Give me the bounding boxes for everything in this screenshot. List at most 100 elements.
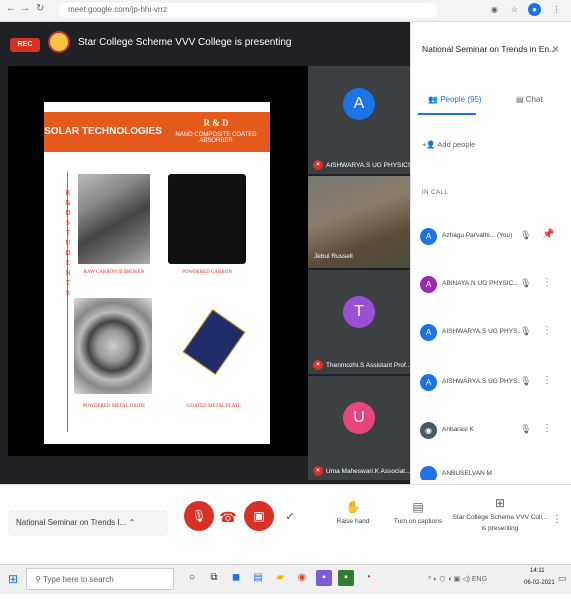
present-icon: ⊞ — [494, 496, 506, 510]
hand-icon: ✋ — [345, 500, 361, 514]
participant-name: AISHWARYA.S UG PHYSICS... — [326, 162, 410, 169]
presenter-avatar — [48, 31, 70, 53]
slide-rd-header: R & D NANO COMPOSITE COATED ABSORBER — [162, 112, 270, 152]
caption-powdered-carbon: POWDERED CARBON — [182, 270, 232, 275]
mic-off-icon: 🎙 — [520, 376, 532, 386]
list-item[interactable]: A Azhagu Parvathi... (You) 🎙 📌 — [420, 224, 568, 254]
avatar: U — [343, 402, 375, 434]
add-people-label: Add people — [437, 140, 476, 149]
tab-people-label: People (95) — [440, 95, 482, 104]
mic-off-icon: ✕ — [313, 466, 323, 476]
meeting-details-button[interactable]: National Seminar on Trends I... ⌃ — [8, 510, 168, 536]
more-options-icon[interactable]: ⋮ — [552, 514, 562, 525]
tab-chat[interactable]: ▤ Chat — [516, 95, 543, 104]
pin-icon[interactable]: 📌 — [542, 229, 554, 240]
raise-hand-label: Raise hand — [336, 518, 370, 525]
taskbar-search-input[interactable]: ⚲ Type here to search — [26, 568, 174, 590]
caption-metal-oxide: POWDERED METAL OXIDE — [82, 404, 146, 409]
chevron-up-icon: ⌃ — [128, 518, 136, 527]
mic-off-icon: 🎙 — [520, 326, 532, 336]
panel-title: National Seminar on Trends in En... — [422, 44, 557, 54]
meeting-chip-label: National Seminar on Trends I... — [16, 518, 127, 527]
notification-icon[interactable]: ▭ — [558, 573, 567, 584]
list-item[interactable]: A ABINAYA.N UG PHYSIC... 🎙 ⋮ — [420, 272, 568, 302]
profile-icon[interactable]: ● — [528, 3, 541, 16]
mic-off-icon: ✕ — [313, 160, 323, 170]
address-bar[interactable]: meet.google.com/jp-hhi-vrrz — [58, 3, 438, 18]
person-name: ANBUSELVAN M — [442, 470, 492, 477]
windows-start-icon[interactable]: ⊞ — [8, 572, 18, 586]
participant-tile[interactable]: U ✕ Uma Maheswari.K Associat... — [308, 376, 410, 480]
camera-off-icon: ▣ — [253, 509, 265, 523]
captions-button[interactable]: ▤ Turn on captions — [388, 500, 448, 525]
participant-video-tile[interactable]: Jebul Russell — [308, 176, 410, 268]
mic-toggle-button[interactable]: 🎙 — [184, 501, 214, 531]
clock-date: 06-02-2021 — [524, 580, 555, 586]
participant-name: Thenmozhi.S Assistant Prof... — [326, 362, 410, 369]
cortana-icon[interactable]: ○ — [184, 570, 200, 586]
participant-tile[interactable]: A ✕ AISHWARYA.S UG PHYSICS... — [308, 66, 410, 174]
raise-hand-button[interactable]: ✋ Raise hand — [330, 500, 376, 525]
slide-vertical-text: R & D S T U D E N T S — [65, 189, 71, 297]
list-item[interactable]: A AISHWARYA.S UG PHYS... 🎙 ⋮ — [420, 320, 568, 350]
person-name: AISHWARYA.S UG PHYS... — [442, 378, 520, 385]
add-person-icon: +👤 — [422, 140, 438, 149]
more-options-icon[interactable]: ⋮ — [542, 375, 552, 386]
browser-toolbar: ← → ↻ meet.google.com/jp-hhi-vrrz ◉ ☆ ● … — [0, 0, 571, 22]
list-item[interactable]: ◉ Anbarasi K 🎙 ⋮ — [420, 418, 568, 448]
media-icon[interactable]: ◔ — [360, 570, 376, 586]
avatar: ◉ — [420, 422, 437, 439]
camera-toggle-button[interactable]: ▣ — [244, 501, 274, 531]
mic-off-icon: 🎙 — [520, 278, 532, 288]
presenting-label-2: is presenting — [481, 525, 519, 532]
system-tray[interactable]: ^ ◐ ⬡ ◖ ▣ ◁) ENG — [428, 575, 487, 583]
forward-icon[interactable]: → — [20, 3, 30, 14]
task-view-icon[interactable]: ⧉ — [206, 570, 222, 586]
mic-off-icon: 🎙 — [191, 509, 207, 523]
tab-people[interactable]: 👥 People (95) — [428, 95, 482, 104]
captions-label: Turn on captions — [393, 518, 443, 525]
clock-time: 14:11 — [530, 568, 545, 574]
metal-oxide-photo — [74, 298, 152, 394]
store-icon[interactable]: ▤ — [250, 570, 266, 586]
list-item[interactable]: A AISHWARYA.S UG PHYS... 🎙 ⋮ — [420, 370, 568, 400]
search-placeholder: Type here to search — [42, 575, 114, 584]
avatar: A — [420, 374, 437, 391]
check-button[interactable]: ✓ — [281, 508, 299, 526]
app-icon[interactable]: ▪ — [338, 570, 354, 586]
chrome-icon[interactable]: ◉ — [294, 570, 310, 586]
person-name: AISHWARYA.S UG PHYS... — [442, 328, 520, 335]
reload-icon[interactable]: ↻ — [36, 3, 44, 14]
avatar: A — [420, 324, 437, 341]
menu-icon[interactable]: ⋮ — [550, 3, 563, 16]
presenting-title: Star College Scheme VVV College is prese… — [78, 37, 292, 48]
more-options-icon[interactable]: ⋮ — [542, 325, 552, 336]
presenting-label: Star College Scheme VVV Coll... — [452, 514, 548, 521]
people-icon: 👥 — [428, 95, 441, 104]
recording-badge: REC — [10, 38, 40, 52]
presenting-button[interactable]: ⊞ Star College Scheme VVV Coll... is pre… — [452, 496, 548, 532]
more-options-icon[interactable]: ⋮ — [542, 423, 552, 434]
participant-tile[interactable]: T ✕ Thenmozhi.S Assistant Prof... — [308, 270, 410, 374]
mic-off-icon: ✕ — [313, 360, 323, 370]
participant-name: Uma Maheswari.K Associat... — [326, 468, 410, 475]
more-options-icon[interactable]: ⋮ — [542, 277, 552, 288]
edge-icon[interactable]: ◼ — [228, 570, 244, 586]
file-explorer-icon[interactable]: ▰ — [272, 570, 288, 586]
close-icon[interactable]: × — [552, 42, 559, 56]
tab-chat-label: Chat — [525, 95, 543, 104]
star-icon[interactable]: ☆ — [508, 3, 521, 16]
slide-solar-header: SOLAR TECHNOLOGIES — [44, 112, 162, 152]
list-item[interactable]: ANBUSELVAN M — [420, 462, 568, 480]
extension-icon[interactable]: ◉ — [488, 3, 501, 16]
powdered-carbon-photo — [168, 174, 246, 264]
leave-call-button[interactable]: ☎ — [219, 508, 237, 526]
teams-icon[interactable]: ▪ — [316, 570, 332, 586]
caption-raw-carbon: RAW CARBON IS BROKEN — [83, 270, 145, 275]
back-icon[interactable]: ← — [6, 3, 16, 14]
captions-icon: ▤ — [412, 500, 424, 514]
frame-edge — [0, 594, 571, 606]
add-people-button[interactable]: +👤 Add people — [422, 140, 475, 149]
search-icon: ⚲ — [35, 575, 43, 584]
person-name: Azhagu Parvathi... (You) — [442, 232, 513, 239]
